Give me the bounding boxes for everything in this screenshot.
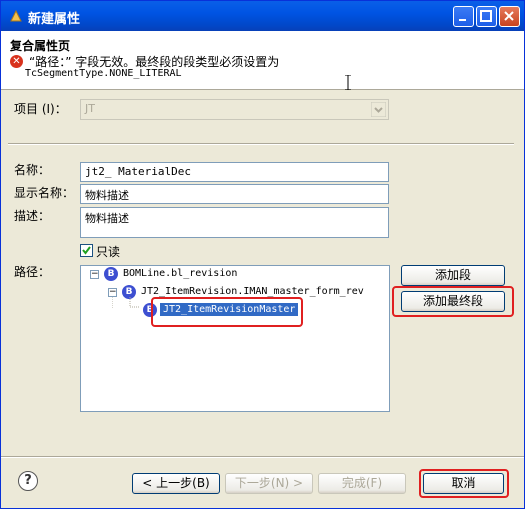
page-title: 复合属性页: [10, 39, 71, 53]
tree-connector-lines: [112, 297, 140, 309]
help-icon[interactable]: ?: [18, 471, 38, 491]
tree-node-bomline[interactable]: BOMLine.bl_revision: [123, 268, 237, 279]
display-name-label: 显示名称：: [14, 186, 75, 200]
highlight-box-cancel: [419, 469, 509, 498]
window-title: 新建属性: [28, 12, 81, 27]
error-icon: ✕: [10, 55, 23, 68]
description-field[interactable]: 物料描述: [80, 207, 389, 238]
item-label: 项目 (I)：: [14, 102, 67, 116]
footer-divider: [1, 456, 524, 458]
error-message-line2: TcSegmentType.NONE_LITERAL: [25, 68, 182, 79]
tree-expander[interactable]: −: [108, 288, 117, 297]
close-icon: [504, 11, 514, 21]
section-divider: [8, 143, 514, 145]
dialog-window: 新建属性 复合属性页 ✕ “路径：” 字段无效。最终段的段类型必须设置为 TcS…: [0, 0, 525, 509]
title-bar: 新建属性: [1, 1, 524, 31]
minimize-icon: [459, 19, 466, 21]
finish-button[interactable]: 完成(F): [318, 473, 406, 494]
minimize-button[interactable]: [453, 6, 474, 27]
path-tree[interactable]: − B BOMLine.bl_revision − B JT2_ItemRevi…: [80, 265, 390, 412]
tree-node-item-revision[interactable]: JT2_ItemRevision.IMAN_master_form_rev: [141, 286, 364, 297]
highlight-box-add-final: [392, 286, 514, 317]
name-label: 名称：: [14, 163, 51, 177]
display-name-field[interactable]: 物料描述: [80, 184, 389, 204]
readonly-label: 只读: [96, 245, 121, 259]
back-button[interactable]: < 上一步(B): [132, 473, 220, 494]
add-segment-button[interactable]: 添加段: [401, 265, 505, 286]
readonly-checkbox[interactable]: [80, 244, 93, 257]
item-select[interactable]: JT: [80, 99, 389, 120]
maximize-icon: [480, 10, 492, 22]
highlight-box-tree-node: [151, 297, 303, 327]
app-icon: [10, 9, 22, 22]
chevron-down-icon: [371, 102, 386, 117]
path-label: 路径：: [14, 265, 51, 279]
close-button[interactable]: [499, 6, 520, 27]
wizard-header: 复合属性页 ✕ “路径：” 字段无效。最终段的段类型必须设置为 TcSegmen…: [1, 31, 524, 90]
text-cursor-icon: [345, 75, 351, 90]
tree-expander[interactable]: −: [90, 270, 99, 279]
name-field[interactable]: jt2_ MaterialDec: [80, 162, 389, 182]
next-button[interactable]: 下一步(N) >: [225, 473, 313, 494]
item-select-value: JT: [85, 102, 95, 115]
checkmark-icon: [82, 246, 91, 255]
description-label: 描述：: [14, 209, 51, 223]
bom-node-icon: B: [104, 267, 118, 281]
maximize-button[interactable]: [476, 6, 497, 27]
